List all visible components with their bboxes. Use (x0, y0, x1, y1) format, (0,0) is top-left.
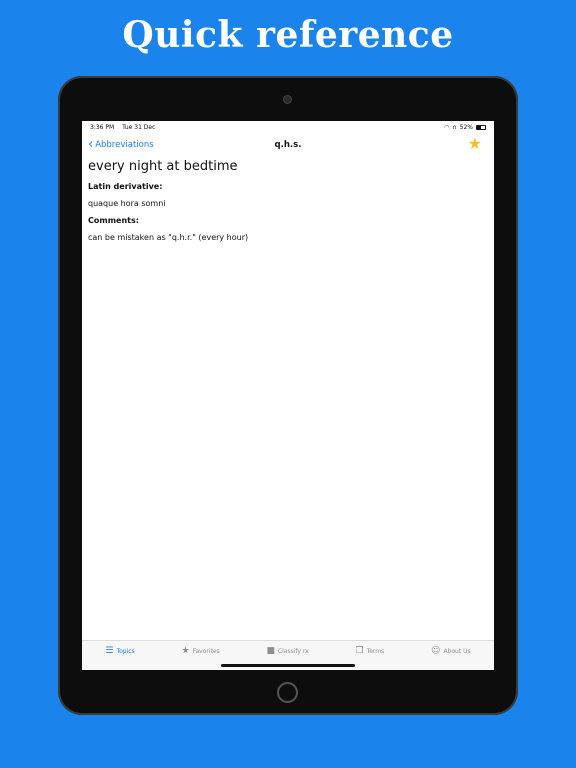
person-icon: ☺ (431, 646, 441, 656)
home-button[interactable] (277, 682, 298, 703)
chevron-left-icon: ‹ (88, 137, 94, 152)
battery-icon (476, 125, 486, 130)
star-icon: ★ (181, 646, 190, 656)
ipad-frame: 3:36 PM Tue 31 Dec ◠ ∩ 52% ‹ Abbreviatio… (58, 76, 518, 715)
list-icon: ☰ (105, 646, 114, 656)
entry-content: every night at bedtime Latin derivative:… (88, 159, 488, 250)
tab-favorites[interactable]: ★ Favorites (181, 647, 219, 656)
page-title: q.h.s. (274, 140, 302, 150)
comments-value: can be mistaken as "q.h.r." (every hour) (88, 233, 249, 242)
comments-label: Comments: (88, 216, 139, 225)
tab-label: Favorites (192, 648, 220, 655)
bag-icon: ■ (266, 646, 275, 656)
tab-label: About Us (443, 648, 471, 655)
tab-terms[interactable]: ❐ Terms (356, 647, 385, 656)
tab-label: Topics (116, 648, 135, 655)
latin-derivative-value: quaque hora somni (88, 199, 166, 208)
term-meaning: every night at bedtime (88, 159, 238, 174)
tab-label: Classify rx (277, 648, 309, 655)
headline: Quick reference (122, 14, 454, 56)
battery-percent: 52% (459, 124, 473, 131)
navigation-bar: ‹ Abbreviations q.h.s. ★ (82, 134, 494, 156)
battery-level (477, 126, 482, 129)
status-date: Tue 31 Dec (122, 124, 156, 131)
tab-bar: ☰ Topics ★ Favorites ■ Classify rx ❐ Ter… (82, 640, 494, 670)
status-time: 3:36 PM (90, 124, 115, 131)
app-screen: 3:36 PM Tue 31 Dec ◠ ∩ 52% ‹ Abbreviatio… (82, 121, 494, 670)
headphones-icon: ∩ (452, 124, 457, 131)
camera (284, 96, 291, 103)
back-button[interactable]: ‹ Abbreviations (88, 138, 154, 151)
favorite-star-icon[interactable]: ★ (468, 136, 482, 152)
tab-label: Terms (366, 648, 385, 655)
documents-icon: ❐ (355, 646, 364, 656)
wifi-icon: ◠ (444, 124, 450, 131)
home-indicator (221, 664, 355, 667)
tab-classify-rx[interactable]: ■ Classify rx (266, 647, 308, 656)
tab-topics[interactable]: ☰ Topics (105, 647, 134, 656)
status-bar: 3:36 PM Tue 31 Dec ◠ ∩ 52% (82, 121, 494, 134)
tab-about-us[interactable]: ☺ About Us (431, 647, 471, 656)
latin-derivative-label: Latin derivative: (88, 182, 163, 191)
back-button-label: Abbreviations (95, 139, 154, 150)
